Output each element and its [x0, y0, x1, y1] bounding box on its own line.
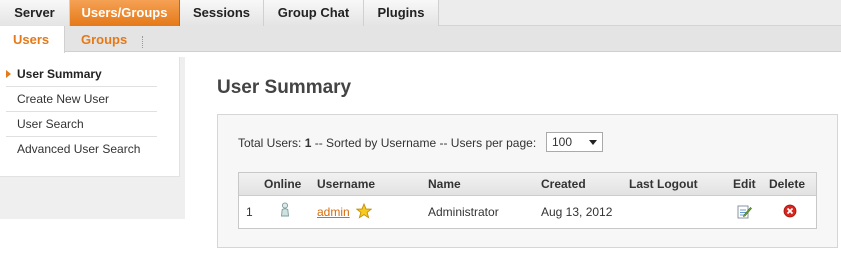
- sidebar-menu: User Summary Create New User User Search…: [0, 57, 180, 177]
- user-totals: Total Users: 1 -- Sorted by Username -- …: [238, 136, 536, 150]
- row-index: 1: [246, 205, 253, 219]
- sidebar-item-user-summary[interactable]: User Summary: [6, 62, 157, 87]
- totals-count: 1: [304, 136, 312, 150]
- sidebar-item-label: User Search: [17, 117, 84, 131]
- username-link[interactable]: admin: [317, 205, 350, 219]
- header-username[interactable]: Username: [317, 173, 375, 196]
- sidebar: User Summary Create New User User Search…: [0, 57, 185, 219]
- totals-sort-text: -- Sorted by Username -- Users per page:: [314, 136, 537, 150]
- header-created[interactable]: Created: [541, 173, 586, 196]
- sidebar-item-advanced-user-search[interactable]: Advanced User Search: [6, 137, 157, 162]
- tab-group-chat[interactable]: Group Chat: [264, 0, 364, 26]
- header-delete: Delete: [769, 177, 806, 191]
- header-last-logout[interactable]: Last Logout: [629, 173, 698, 196]
- name-cell: Administrator: [428, 205, 499, 219]
- top-navigation: Server Users/Groups Sessions Group Chat …: [0, 0, 841, 26]
- sidebar-item-label: Create New User: [17, 92, 110, 106]
- table-header: Online Username Name Created Last Logout…: [239, 173, 816, 196]
- subnav-divider: [142, 36, 143, 48]
- tab-plugins[interactable]: Plugins: [364, 0, 439, 26]
- tab-sessions[interactable]: Sessions: [180, 0, 264, 26]
- users-per-page-value: 100: [552, 135, 573, 149]
- header-name[interactable]: Name: [428, 173, 461, 196]
- sidebar-item-user-search[interactable]: User Search: [6, 112, 157, 137]
- created-cell: Aug 13, 2012: [541, 205, 613, 219]
- header-online: Online: [264, 177, 302, 191]
- arrow-right-icon: [6, 70, 11, 78]
- chevron-down-icon: [589, 140, 597, 145]
- user-offline-icon: [279, 202, 291, 220]
- sidebar-item-label: Advanced User Search: [17, 142, 141, 156]
- page-title: User Summary: [217, 77, 352, 98]
- subtab-groups[interactable]: Groups: [81, 26, 127, 52]
- username-cell: admin: [317, 197, 373, 227]
- star-icon: [355, 202, 373, 219]
- sub-navigation: Users Groups: [0, 26, 841, 53]
- sidebar-item-label: User Summary: [17, 67, 102, 81]
- users-per-page-select[interactable]: 100: [546, 132, 603, 152]
- delete-icon[interactable]: [783, 204, 797, 221]
- sidebar-item-create-new-user[interactable]: Create New User: [6, 87, 157, 112]
- tab-server[interactable]: Server: [0, 0, 70, 26]
- subtab-users[interactable]: Users: [0, 26, 65, 53]
- users-table: Online Username Name Created Last Logout…: [238, 172, 817, 229]
- edit-icon[interactable]: [737, 204, 752, 222]
- header-edit: Edit: [733, 177, 756, 191]
- totals-prefix: Total Users:: [238, 136, 302, 150]
- tab-users-groups[interactable]: Users/Groups: [70, 0, 180, 26]
